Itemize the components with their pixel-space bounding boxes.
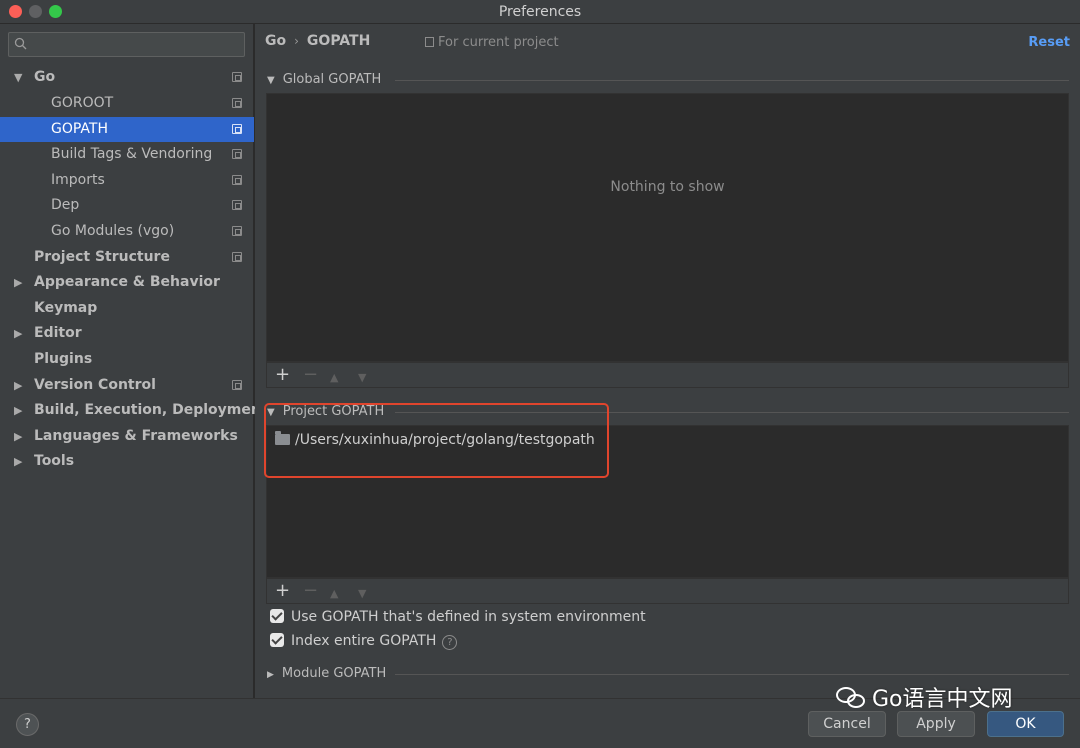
sidebar-item-label: Keymap — [34, 300, 98, 316]
settings-sidebar: ▼ Go GOROOT GOPATH Build Tags & Vendorin… — [0, 24, 268, 698]
reset-link[interactable]: Reset — [1028, 35, 1070, 50]
breadcrumb-current: GOPATH — [306, 33, 371, 49]
sidebar-item-label: Build, Execution, Deployment — [34, 402, 268, 418]
sidebar-item-appearance[interactable]: ▶ Appearance & Behavior — [0, 270, 254, 295]
move-down-icon[interactable]: ▼ — [358, 585, 366, 603]
remove-icon[interactable]: − — [303, 582, 318, 600]
breadcrumb-separator-icon: › — [294, 34, 299, 48]
settings-content: Go › GOPATH For current project Reset ▼ Glo… — [255, 24, 1080, 698]
expand-arrow-icon[interactable]: ▶ — [14, 321, 22, 346]
module-gopath-header[interactable]: ▶ Module GOPATH — [267, 665, 386, 683]
expand-arrow-icon[interactable]: ▶ — [14, 270, 22, 295]
help-button[interactable]: ? — [16, 713, 39, 736]
global-gopath-header[interactable]: ▼ Global GOPATH — [267, 71, 381, 89]
ok-button[interactable]: OK — [987, 711, 1064, 737]
add-icon[interactable]: + — [275, 582, 290, 600]
expand-arrow-icon[interactable]: ▼ — [14, 65, 22, 90]
use-system-gopath-checkbox[interactable]: Use GOPATH that's defined in system envi… — [270, 608, 646, 626]
breadcrumb-root: Go — [265, 33, 287, 49]
move-up-icon[interactable]: ▲ — [330, 585, 338, 603]
sidebar-item-keymap[interactable]: Keymap — [0, 296, 254, 321]
project-scope-icon — [425, 37, 434, 47]
title-bar: Preferences — [0, 0, 1080, 24]
wechat-icon — [836, 687, 866, 709]
sidebar-item-label: Project Structure — [34, 249, 170, 265]
sidebar-item-dep[interactable]: Dep — [0, 193, 254, 218]
sidebar-item-label: Go — [34, 69, 56, 85]
sidebar-item-label: Dep — [51, 197, 80, 213]
cancel-button[interactable]: Cancel — [808, 711, 886, 737]
expand-triangle-icon: ▶ — [267, 670, 274, 680]
sidebar-item-label: Editor — [34, 325, 82, 341]
project-scope-icon — [232, 98, 242, 108]
scope-label: For current project — [438, 35, 559, 50]
project-scope-icon — [232, 124, 242, 134]
sidebar-item-label: Appearance & Behavior — [34, 274, 220, 290]
project-scope-icon — [232, 72, 242, 82]
sidebar-item-label: GOROOT — [51, 95, 114, 111]
expand-arrow-icon[interactable]: ▶ — [14, 373, 22, 398]
collapse-triangle-icon: ▼ — [267, 75, 275, 86]
expand-arrow-icon[interactable]: ▶ — [14, 424, 22, 449]
move-down-icon[interactable]: ▼ — [358, 369, 366, 387]
sidebar-item-label: GOPATH — [51, 121, 108, 137]
watermark-text: Go语言中文网 — [872, 687, 1013, 712]
add-icon[interactable]: + — [275, 366, 290, 384]
project-scope-icon — [232, 380, 242, 390]
sidebar-item-go-modules[interactable]: Go Modules (vgo) — [0, 219, 254, 244]
sidebar-item-label: Imports — [51, 172, 105, 188]
checkbox-label: Use GOPATH that's defined in system envi… — [291, 609, 646, 625]
empty-list-text: Nothing to show — [610, 179, 725, 195]
apply-button[interactable]: Apply — [897, 711, 975, 737]
breadcrumb: Go › GOPATH — [265, 33, 370, 49]
sidebar-item-plugins[interactable]: Plugins — [0, 347, 254, 372]
module-gopath-title: Module GOPATH — [281, 666, 387, 681]
section-divider — [395, 80, 1069, 81]
sidebar-item-goroot[interactable]: GOROOT — [0, 91, 254, 116]
help-icon[interactable]: ? — [442, 635, 458, 650]
wechat-watermark: Go语言中文网 — [836, 686, 1013, 714]
checkbox-checked-icon[interactable] — [270, 609, 284, 623]
sidebar-item-tools[interactable]: ▶ Tools — [0, 449, 254, 474]
project-scope-icon — [232, 200, 242, 210]
expand-arrow-icon[interactable]: ▶ — [14, 449, 22, 474]
remove-icon[interactable]: − — [303, 366, 318, 384]
sidebar-item-project-structure[interactable]: Project Structure — [0, 245, 254, 270]
project-scope-icon — [232, 149, 242, 159]
scope-indicator: For current project — [425, 35, 559, 50]
index-entire-gopath-checkbox[interactable]: Index entire GOPATH? — [270, 632, 458, 650]
sidebar-item-build-tags[interactable]: Build Tags & Vendoring — [0, 142, 254, 167]
sidebar-item-build-execution[interactable]: ▶ Build, Execution, Deployment — [0, 398, 268, 423]
global-gopath-toolbar: + − ▲ ▼ — [266, 362, 1069, 388]
sidebar-item-label: Languages & Frameworks — [34, 428, 238, 444]
sidebar-item-languages[interactable]: ▶ Languages & Frameworks — [0, 424, 254, 449]
sidebar-item-label: Version Control — [34, 377, 156, 393]
sidebar-item-label: Tools — [34, 453, 75, 469]
sidebar-item-editor[interactable]: ▶ Editor — [0, 321, 254, 346]
expand-arrow-icon[interactable]: ▶ — [14, 398, 22, 423]
highlight-annotation — [264, 403, 609, 478]
checkbox-label: Index entire GOPATH — [291, 633, 437, 649]
sidebar-item-label: Plugins — [34, 351, 93, 367]
sidebar-item-version-control[interactable]: ▶ Version Control — [0, 373, 254, 398]
sidebar-item-label: Build Tags & Vendoring — [51, 146, 213, 162]
sidebar-item-imports[interactable]: Imports — [0, 168, 254, 193]
move-up-icon[interactable]: ▲ — [330, 369, 338, 387]
project-gopath-toolbar: + − ▲ ▼ — [266, 578, 1069, 604]
search-icon — [14, 37, 27, 50]
project-scope-icon — [232, 252, 242, 262]
project-scope-icon — [232, 175, 242, 185]
global-gopath-list[interactable]: Nothing to show — [266, 93, 1069, 362]
project-scope-icon — [232, 226, 242, 236]
checkbox-checked-icon[interactable] — [270, 633, 284, 647]
global-gopath-title: Global GOPATH — [282, 72, 382, 87]
sidebar-item-label: Go Modules (vgo) — [51, 223, 175, 239]
window-title: Preferences — [498, 4, 582, 20]
settings-search-input[interactable] — [8, 32, 245, 57]
section-divider — [395, 674, 1069, 675]
sidebar-item-go[interactable]: ▼ Go — [0, 65, 254, 90]
sidebar-item-gopath[interactable]: GOPATH — [0, 117, 254, 142]
